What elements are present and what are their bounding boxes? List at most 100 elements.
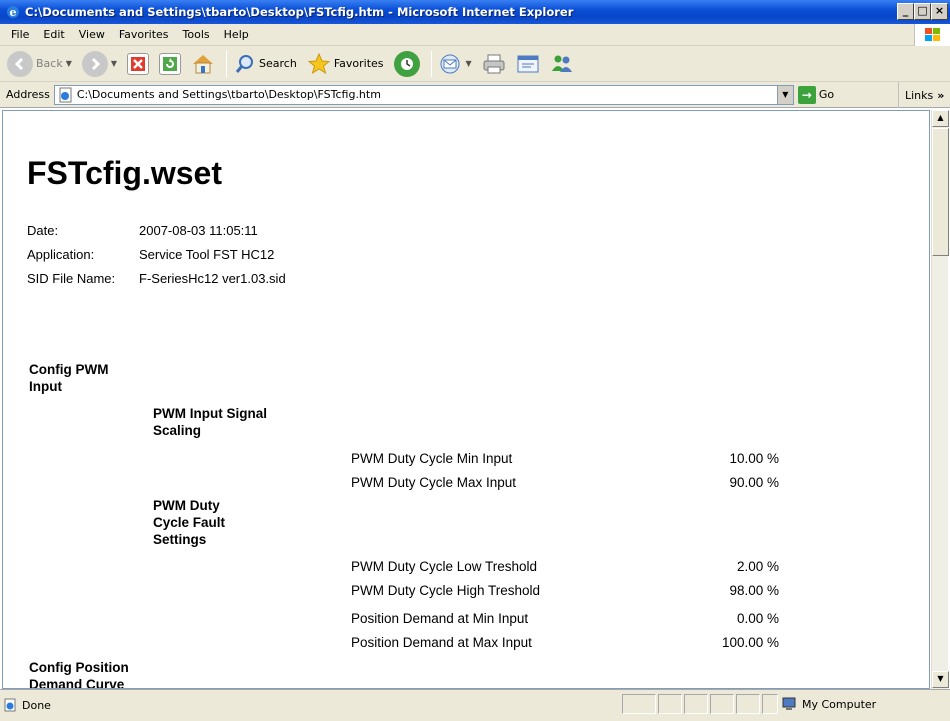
param-value: 0.00 % (736, 611, 779, 626)
menu-tools[interactable]: Tools (176, 28, 217, 41)
maximize-button[interactable]: □ (914, 3, 931, 20)
status-bar: Done My Computer (0, 689, 950, 721)
param-value: 100.00 % (721, 635, 779, 650)
param-name: PWM Duty Cycle Min Input (351, 451, 513, 466)
status-panel (622, 694, 656, 714)
chevron-right-icon: » (937, 88, 945, 102)
refresh-button[interactable] (156, 49, 184, 79)
param-name: Position Demand at Min Input (351, 611, 529, 626)
minimize-button[interactable]: _ (897, 3, 914, 20)
favorites-label: Favorites (333, 57, 384, 70)
chevron-down-icon[interactable]: ▼ (466, 59, 472, 68)
param-value: 2.00 % (736, 559, 779, 574)
meta-row: Date: 2007-08-03 11:05:11 (27, 223, 258, 238)
back-arrow-icon (7, 50, 33, 77)
links-button[interactable]: Links » (898, 82, 950, 108)
printer-icon (483, 54, 505, 73)
messenger-button[interactable] (547, 49, 577, 79)
address-bar: Address C:\Documents and Settings\tbarto… (0, 82, 950, 108)
scroll-thumb[interactable] (932, 128, 949, 256)
windows-logo-icon (914, 24, 950, 46)
history-icon (393, 50, 420, 77)
page-icon (59, 87, 72, 102)
security-zone: My Computer (782, 694, 876, 714)
meta-key: Date: (27, 223, 59, 238)
param-value: 10.00 % (729, 451, 779, 466)
menu-edit[interactable]: Edit (36, 28, 71, 41)
status-panel (710, 694, 734, 714)
scroll-up-button[interactable]: ▲ (932, 110, 949, 127)
menu-bar: File Edit View Favorites Tools Help (0, 24, 950, 46)
messenger-icon (551, 55, 572, 72)
toolbar: Back ▼ ▼ Search Favorites ▼ (0, 46, 950, 82)
refresh-icon (159, 52, 182, 75)
history-button[interactable] (391, 49, 423, 79)
meta-row: SID File Name: F-SeriesHc12 ver1.03.sid (27, 271, 286, 286)
subsection-heading: PWM Input Signal Scaling (153, 406, 267, 438)
param-name: PWM Duty Cycle High Treshold (351, 583, 541, 598)
address-label: Address (6, 88, 50, 101)
status-panel (762, 694, 778, 714)
param-value: 98.00 % (729, 583, 779, 598)
address-dropdown-button[interactable]: ▼ (776, 85, 793, 104)
go-button[interactable]: → Go (797, 85, 835, 104)
forward-button[interactable]: ▼ (79, 49, 120, 79)
chevron-down-icon[interactable]: ▼ (66, 59, 72, 68)
status-text: Done (22, 699, 51, 712)
address-value[interactable]: C:\Documents and Settings\tbarto\Desktop… (77, 88, 777, 101)
param-name: PWM Duty Cycle Max Input (351, 475, 517, 490)
meta-value: F-SeriesHc12 ver1.03.sid (139, 271, 286, 286)
go-label: Go (818, 88, 835, 101)
forward-arrow-icon (81, 50, 108, 77)
param-name: Position Demand at Max Input (351, 635, 532, 650)
menu-file[interactable]: File (4, 28, 36, 41)
search-button[interactable]: Search (231, 49, 300, 79)
back-button[interactable]: Back ▼ (4, 49, 75, 79)
toolbar-separator (226, 50, 228, 77)
page-content: FSTcfig.wset Date: 2007-08-03 11:05:11 Ap… (2, 110, 930, 689)
title-bar: e C:\Documents and Settings\tbarto\Deskt… (0, 0, 950, 24)
param-value: 90.00 % (729, 475, 779, 490)
home-icon (193, 54, 214, 73)
status-panel (658, 694, 682, 714)
home-button[interactable] (188, 49, 218, 79)
print-button[interactable] (479, 49, 509, 79)
my-computer-icon (782, 697, 796, 710)
mail-icon (440, 54, 460, 73)
mail-button[interactable]: ▼ (436, 49, 475, 79)
favorites-button[interactable]: Favorites (304, 49, 387, 79)
section-heading: Config Position Demand Curve (29, 660, 129, 689)
section-heading: Config PWM Input (29, 362, 109, 394)
internet-explorer-icon: e (7, 6, 19, 19)
vertical-scrollbar[interactable]: ▲ ▼ (931, 110, 949, 689)
links-label: Links (905, 88, 934, 102)
menu-view[interactable]: View (72, 28, 112, 41)
subsection-heading: PWM Duty Cycle Fault Settings (153, 498, 226, 547)
chevron-down-icon[interactable]: ▼ (111, 59, 117, 68)
address-input[interactable]: C:\Documents and Settings\tbarto\Desktop… (53, 84, 794, 105)
scroll-down-button[interactable]: ▼ (932, 671, 949, 688)
meta-key: Application: (27, 247, 95, 262)
page-done-icon (4, 698, 16, 712)
edit-button[interactable] (513, 49, 543, 79)
meta-key: SID File Name: (27, 271, 116, 286)
back-label: Back (36, 57, 63, 70)
menu-favorites[interactable]: Favorites (112, 28, 176, 41)
star-icon (307, 52, 331, 74)
meta-value: 2007-08-03 11:05:11 (139, 223, 258, 238)
window-title: C:\Documents and Settings\tbarto\Desktop… (25, 5, 574, 19)
zone-label: My Computer (802, 697, 877, 711)
page-title: FSTcfig.wset (27, 155, 222, 191)
param-name: PWM Duty Cycle Low Treshold (351, 559, 538, 574)
edit-page-icon (517, 55, 539, 72)
search-label: Search (259, 57, 297, 70)
menu-help[interactable]: Help (217, 28, 256, 41)
go-arrow-icon: → (797, 85, 816, 104)
stop-button[interactable] (124, 49, 152, 79)
search-icon (235, 54, 254, 73)
toolbar-separator (430, 50, 432, 77)
meta-value: Service Tool FST HC12 (139, 247, 275, 262)
close-button[interactable]: × (931, 3, 948, 20)
status-panel (684, 694, 708, 714)
meta-row: Application: Service Tool FST HC12 (27, 247, 274, 262)
